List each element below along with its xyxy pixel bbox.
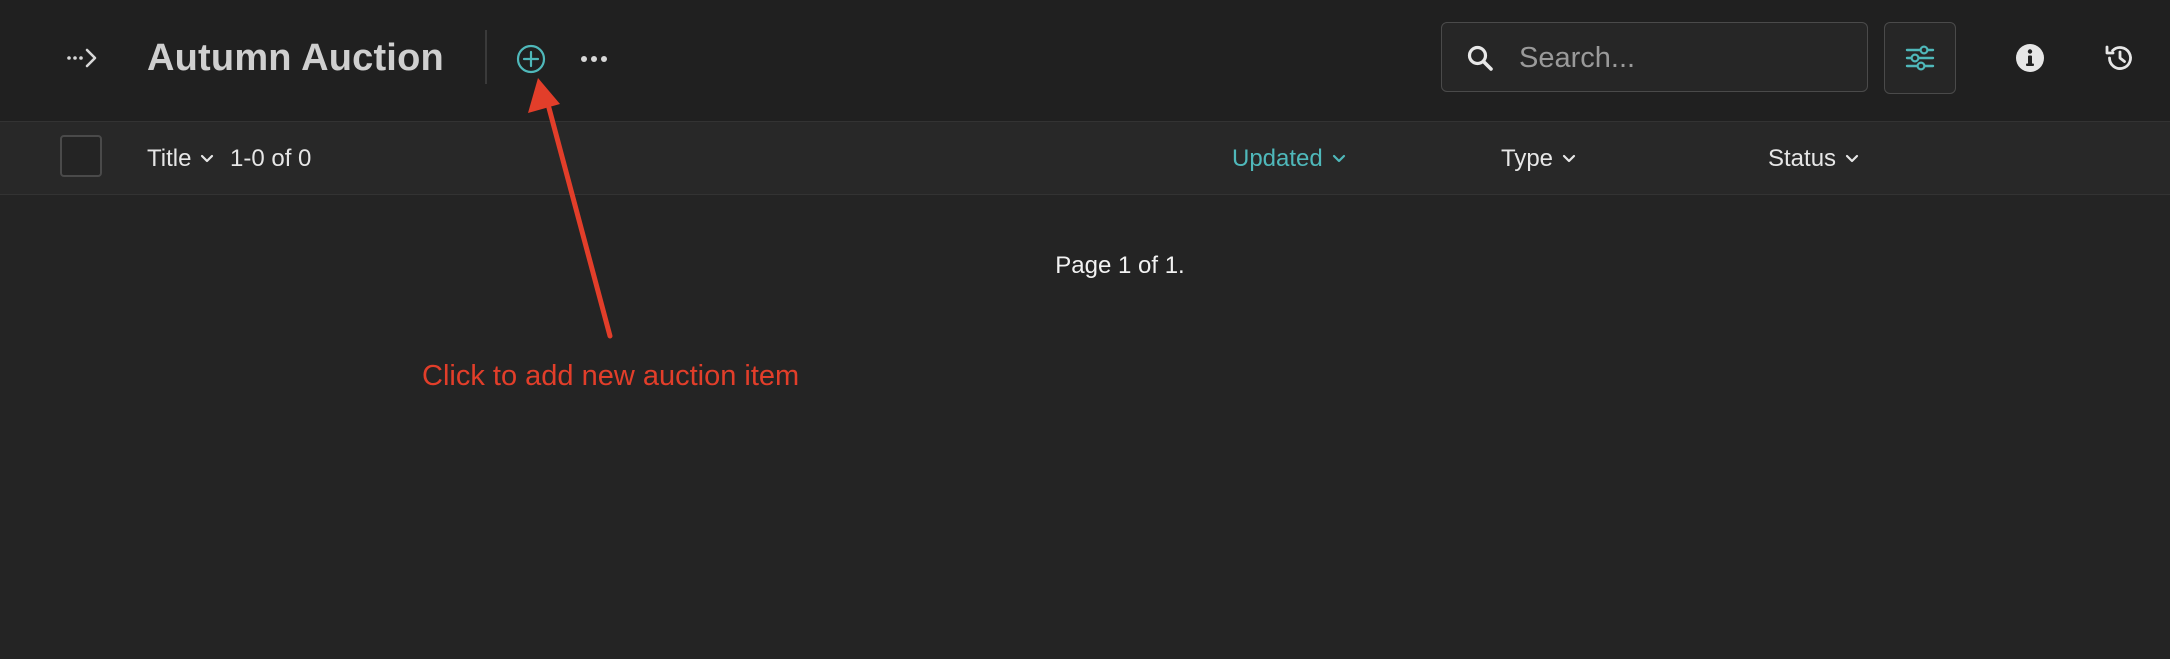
search-input[interactable] xyxy=(1517,33,1851,83)
chevron-down-icon xyxy=(1845,154,1859,163)
search-icon xyxy=(1467,45,1493,71)
filter-button[interactable] xyxy=(1884,22,1956,94)
select-all-checkbox[interactable] xyxy=(60,135,102,177)
header-bar: Autumn Auction xyxy=(0,0,2170,122)
more-options-button[interactable] xyxy=(576,40,612,78)
info-icon xyxy=(2016,44,2044,72)
chevron-down-icon xyxy=(1332,154,1345,163)
column-type-label: Type xyxy=(1501,145,1554,172)
column-title-label: Title xyxy=(147,145,192,172)
table-header: Title 1-0 of 0 Updated Type Status xyxy=(0,122,2170,195)
column-status[interactable]: Status xyxy=(1768,142,1860,176)
annotation-text: Click to add new auction item xyxy=(422,360,800,392)
column-type[interactable]: Type xyxy=(1501,142,1577,176)
app-window: Autumn Auction Search... Title 1-0 of 0 … xyxy=(0,0,2170,659)
sliders-icon xyxy=(1905,45,1935,71)
pagination-info: Page 1 of 1. xyxy=(0,249,2170,283)
chevron-down-icon xyxy=(201,154,214,163)
add-item-button[interactable] xyxy=(512,40,550,78)
page-title: Autumn Auction xyxy=(147,37,444,79)
column-status-label: Status xyxy=(1768,145,1837,172)
search-box[interactable] xyxy=(1441,22,1868,92)
history-button[interactable] xyxy=(2100,38,2140,78)
column-updated[interactable]: Updated xyxy=(1232,142,1347,176)
expand-sidebar-icon xyxy=(67,48,97,68)
info-button[interactable] xyxy=(2012,40,2048,76)
expand-sidebar-button[interactable] xyxy=(60,38,106,78)
more-horizontal-icon xyxy=(581,56,607,62)
column-title[interactable]: Title xyxy=(147,142,215,176)
pagination-label: Page 1 of 1. xyxy=(1055,252,1185,279)
chevron-down-icon xyxy=(1562,154,1576,163)
title-divider xyxy=(485,30,487,84)
column-updated-label: Updated xyxy=(1232,145,1323,172)
result-count: 1-0 of 0 xyxy=(230,145,312,172)
history-icon xyxy=(2105,45,2132,70)
add-circle-icon xyxy=(516,44,546,74)
